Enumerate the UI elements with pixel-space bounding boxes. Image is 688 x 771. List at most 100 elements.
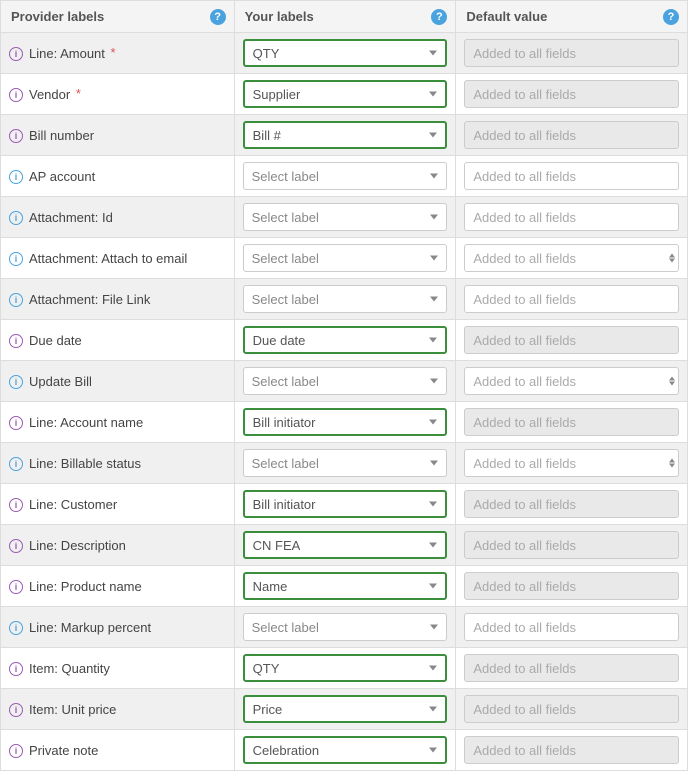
chevron-down-icon (430, 174, 438, 179)
label-select-value: Select label (252, 169, 319, 184)
header-default-label: Default value (466, 9, 547, 24)
label-select[interactable]: QTY (243, 39, 448, 67)
table-row: iItem: QuantityQTY (1, 648, 688, 689)
info-icon[interactable]: i (9, 293, 23, 307)
default-input[interactable] (464, 203, 679, 231)
label-select[interactable]: CN FEA (243, 531, 448, 559)
default-input (464, 121, 679, 149)
table-row: i Attachment: File Link Select label (1, 279, 688, 320)
default-input[interactable] (464, 367, 679, 395)
default-input[interactable] (464, 285, 679, 313)
provider-label: Line: Billable status (29, 456, 141, 471)
info-icon[interactable]: i (9, 170, 23, 184)
default-cell (456, 238, 688, 279)
default-input[interactable] (464, 162, 679, 190)
info-icon[interactable]: i (9, 211, 23, 225)
info-icon[interactable]: i (9, 457, 23, 471)
default-select[interactable] (464, 449, 679, 477)
table-row: i Line: Billable status Select label (1, 443, 688, 484)
default-input[interactable] (464, 244, 679, 272)
label-select[interactable]: Due date (243, 326, 448, 354)
label-select[interactable]: Celebration (243, 736, 448, 764)
provider-label: Vendor (29, 87, 70, 102)
label-select[interactable]: Bill initiator (243, 490, 448, 518)
yourlabels-cell: Select label (234, 607, 456, 648)
label-select[interactable]: Select label (243, 367, 448, 395)
default-cell (456, 33, 688, 74)
yourlabels-cell: Select label (234, 197, 456, 238)
default-cell (456, 74, 688, 115)
info-icon[interactable]: i (9, 129, 23, 143)
label-select[interactable]: Bill initiator (243, 408, 448, 436)
help-icon[interactable]: ? (210, 9, 226, 25)
info-icon[interactable]: i (9, 744, 23, 758)
default-select[interactable] (464, 244, 679, 272)
label-select[interactable]: Bill # (243, 121, 448, 149)
default-input (464, 654, 679, 682)
default-cell (456, 730, 688, 771)
label-select[interactable]: Select label (243, 162, 448, 190)
chevron-down-icon (429, 133, 437, 138)
table-row: iLine: Amount *QTY (1, 33, 688, 74)
chevron-down-icon (429, 707, 437, 712)
info-icon[interactable]: i (9, 416, 23, 430)
default-select[interactable] (464, 367, 679, 395)
table-row: iPrivate note Celebration (1, 730, 688, 771)
table-row: iLine: Markup percentSelect label (1, 607, 688, 648)
provider-cell: i Update Bill (1, 361, 235, 402)
stepper-icon[interactable] (669, 254, 675, 263)
info-icon[interactable]: i (9, 662, 23, 676)
table-row: iLine: Product nameName (1, 566, 688, 607)
provider-label: Update Bill (29, 374, 92, 389)
chevron-down-icon (430, 256, 438, 261)
help-icon[interactable]: ? (663, 9, 679, 25)
yourlabels-cell: Price (234, 689, 456, 730)
info-icon[interactable]: i (9, 88, 23, 102)
chevron-down-icon (430, 215, 438, 220)
table-row: iLine: CustomerBill initiator (1, 484, 688, 525)
info-icon[interactable]: i (9, 621, 23, 635)
label-select[interactable]: Select label (243, 285, 448, 313)
label-select-value: Select label (252, 374, 319, 389)
label-select[interactable]: Select label (243, 203, 448, 231)
info-icon[interactable]: i (9, 703, 23, 717)
label-select-value: CN FEA (253, 538, 301, 553)
label-select[interactable]: Select label (243, 244, 448, 272)
stepper-icon[interactable] (669, 459, 675, 468)
label-select[interactable]: Select label (243, 613, 448, 641)
label-select[interactable]: Supplier (243, 80, 448, 108)
label-select-value: Due date (253, 333, 306, 348)
default-input (464, 572, 679, 600)
yourlabels-cell: QTY (234, 648, 456, 689)
info-icon[interactable]: i (9, 498, 23, 512)
header-provider-label: Provider labels (11, 9, 104, 24)
yourlabels-cell: Due date (234, 320, 456, 361)
provider-label: Attachment: File Link (29, 292, 150, 307)
chevron-down-icon (429, 420, 437, 425)
stepper-icon[interactable] (669, 377, 675, 386)
default-input[interactable] (464, 449, 679, 477)
info-icon[interactable]: i (9, 375, 23, 389)
info-icon[interactable]: i (9, 539, 23, 553)
label-select[interactable]: Price (243, 695, 448, 723)
default-input[interactable] (464, 613, 679, 641)
default-input (464, 736, 679, 764)
label-select[interactable]: Select label (243, 449, 448, 477)
provider-cell: iPrivate note (1, 730, 235, 771)
table-row: iVendor *Supplier (1, 74, 688, 115)
chevron-down-icon (429, 338, 437, 343)
label-select-value: Celebration (253, 743, 320, 758)
yourlabels-cell: Select label (234, 443, 456, 484)
provider-cell: iDue date (1, 320, 235, 361)
info-icon[interactable]: i (9, 580, 23, 594)
default-cell (456, 197, 688, 238)
provider-cell: iAttachment: Attach to email (1, 238, 235, 279)
label-select[interactable]: Name (243, 572, 448, 600)
header-default: Default value ? (456, 1, 688, 33)
label-select-value: QTY (253, 661, 280, 676)
help-icon[interactable]: ? (431, 9, 447, 25)
info-icon[interactable]: i (9, 252, 23, 266)
info-icon[interactable]: i (9, 47, 23, 61)
info-icon[interactable]: i (9, 334, 23, 348)
label-select[interactable]: QTY (243, 654, 448, 682)
